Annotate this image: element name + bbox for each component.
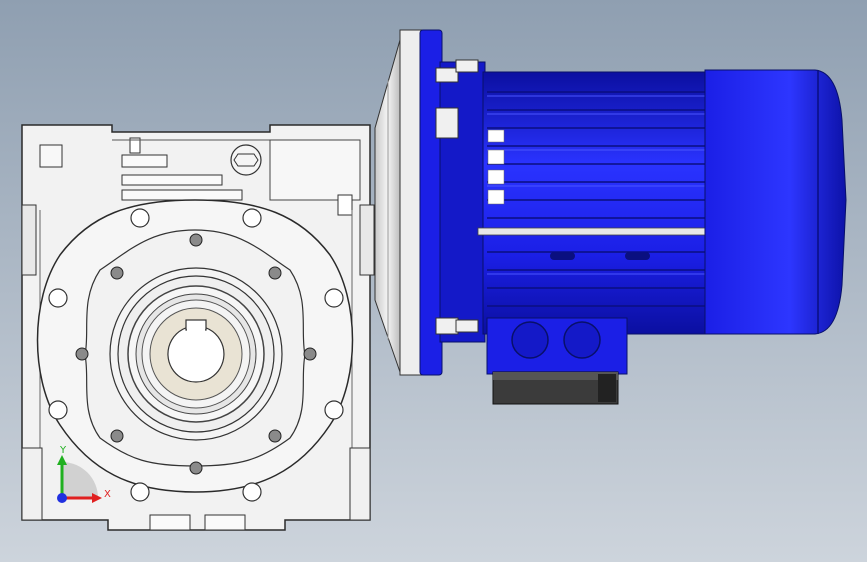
motor-body (482, 71, 709, 335)
cable-gland-2 (563, 321, 601, 359)
terminal-box (486, 317, 628, 375)
z-axis-dot (57, 493, 67, 503)
model-canvas[interactable]: Y X (0, 0, 867, 562)
keyed-bore (167, 325, 225, 383)
x-axis-label: X (104, 489, 111, 500)
drain-plug (230, 144, 262, 176)
tie-rod (477, 227, 709, 236)
cad-viewport[interactable]: Y X (0, 0, 867, 562)
motor-flange (399, 29, 423, 376)
cable-gland-1 (511, 321, 549, 359)
y-axis-label: Y (59, 445, 67, 456)
fan-cover (704, 69, 847, 335)
